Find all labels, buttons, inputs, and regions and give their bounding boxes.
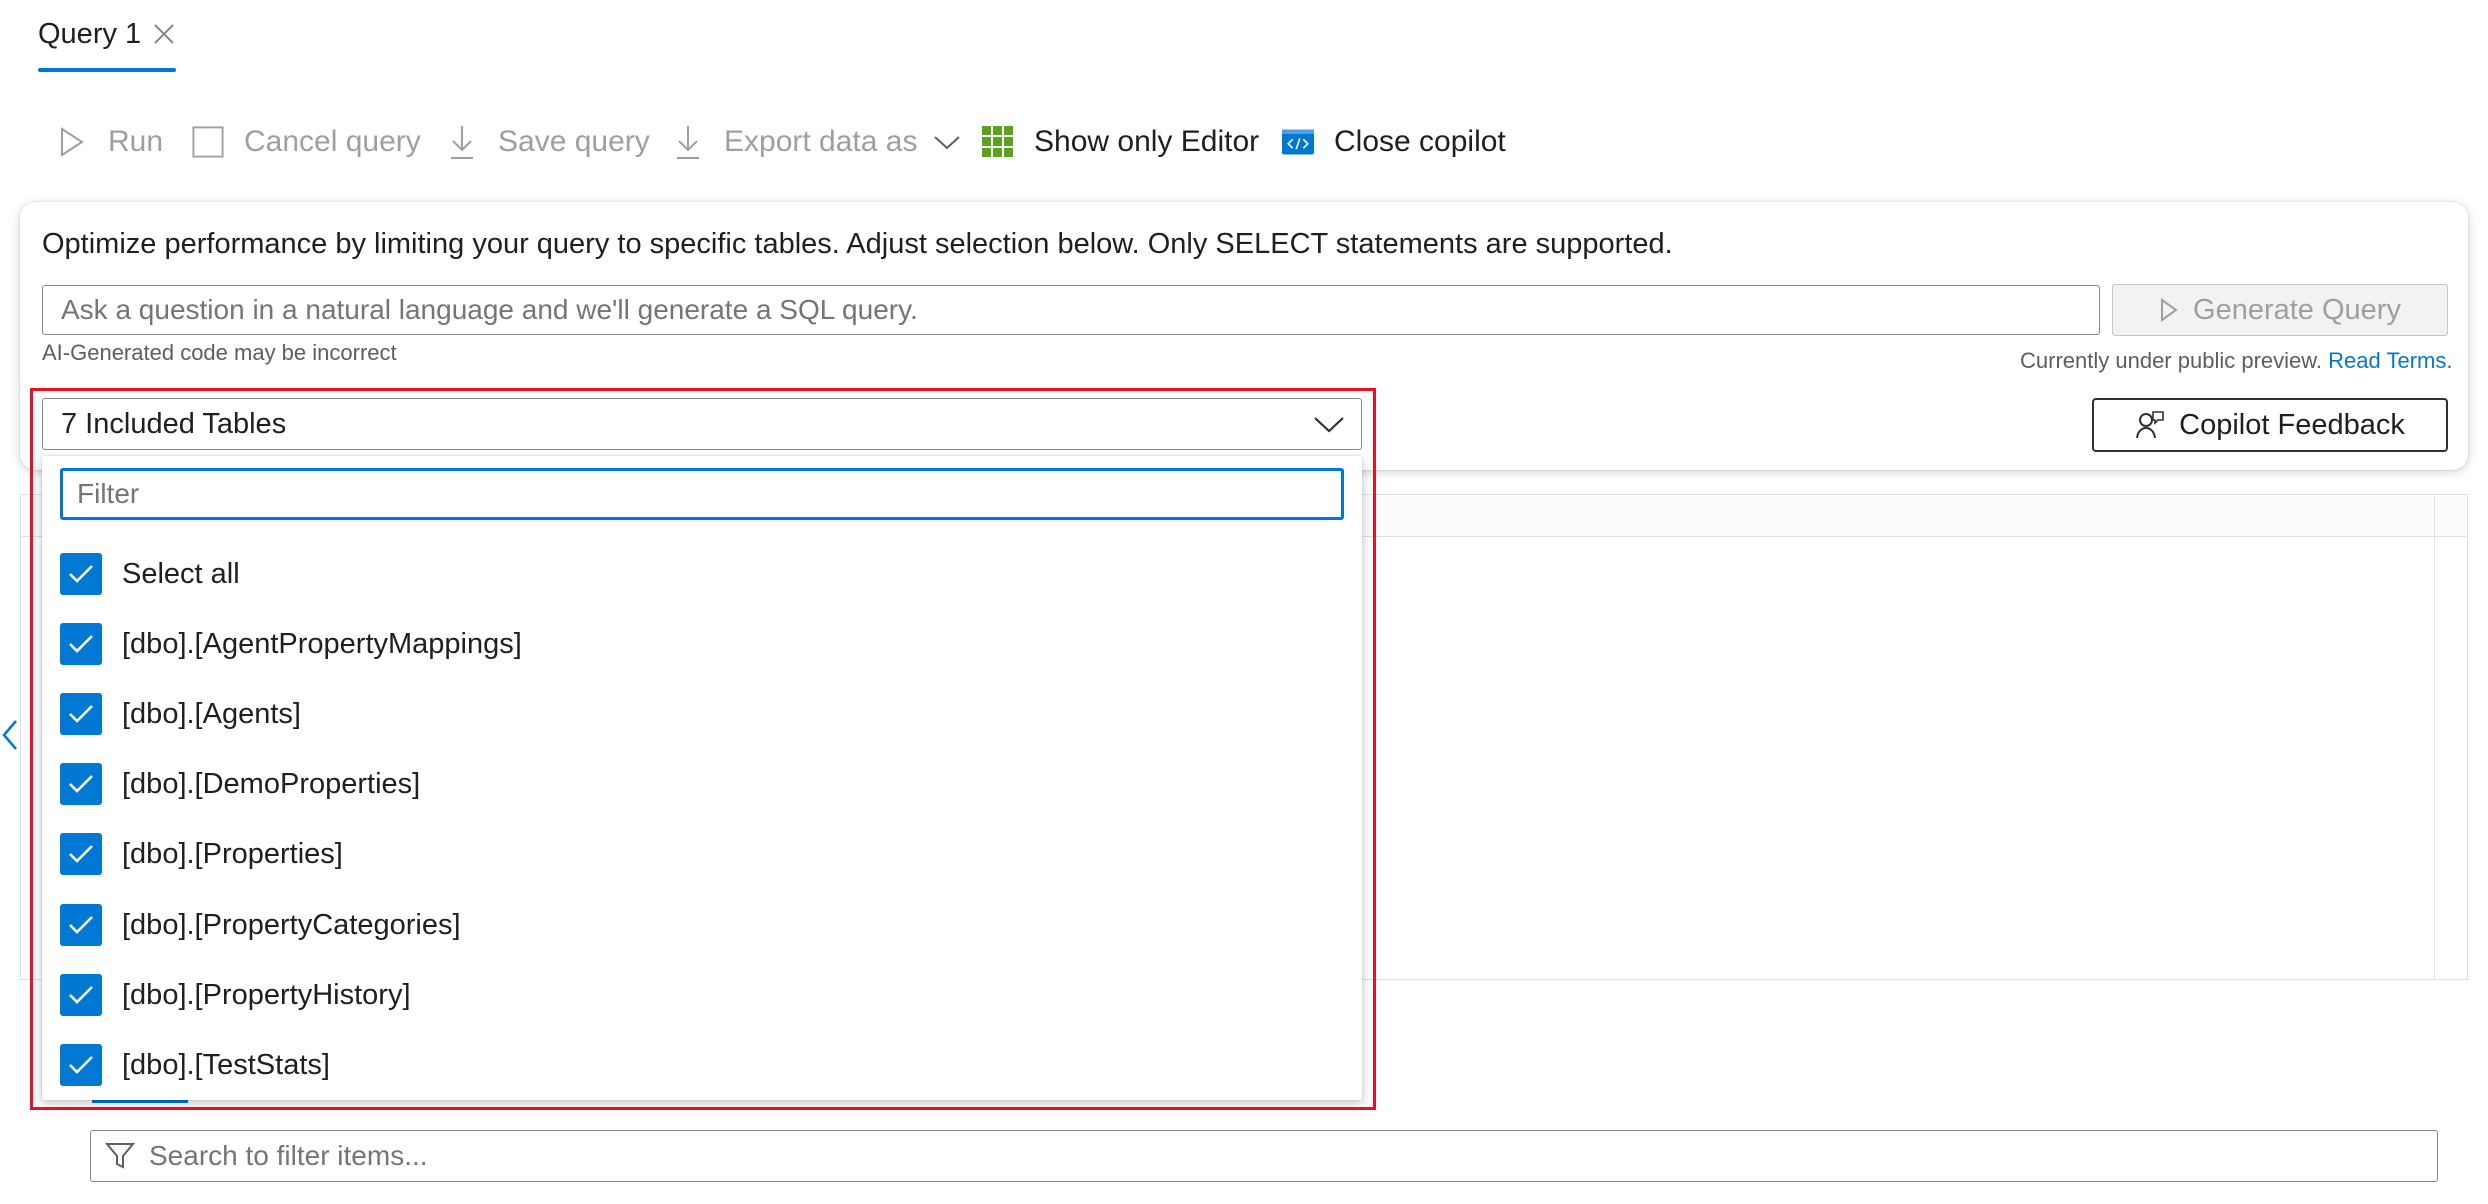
filter-items-input[interactable] bbox=[147, 1139, 2351, 1173]
download-icon bbox=[672, 125, 704, 159]
ai-disclaimer: AI-Generated code may be incorrect bbox=[42, 340, 397, 365]
active-tab-indicator bbox=[38, 68, 176, 72]
person-feedback-icon bbox=[2135, 410, 2165, 440]
preview-note-text: Currently under public preview. bbox=[2020, 348, 2323, 373]
stop-icon bbox=[192, 125, 224, 159]
natural-language-input[interactable] bbox=[42, 285, 2100, 335]
generate-query-label: Generate Query bbox=[2193, 293, 2401, 326]
play-icon bbox=[2159, 297, 2179, 323]
filter-items-search[interactable] bbox=[90, 1130, 2438, 1182]
copilot-feedback-label: Copilot Feedback bbox=[2179, 408, 2405, 441]
run-button[interactable]: Run bbox=[56, 118, 163, 166]
export-data-button[interactable]: Export data as bbox=[672, 118, 961, 166]
close-copilot-label: Close copilot bbox=[1334, 125, 1506, 158]
close-copilot-button[interactable]: Close copilot bbox=[1282, 118, 1506, 166]
chevron-down-icon bbox=[933, 134, 961, 150]
code-window-icon bbox=[1282, 125, 1314, 159]
highlight-annotation bbox=[30, 388, 1376, 1110]
cancel-query-label: Cancel query bbox=[244, 125, 421, 158]
chevron-left-icon[interactable] bbox=[0, 718, 20, 752]
copilot-info-text: Optimize performance by limiting your qu… bbox=[42, 228, 1673, 260]
save-query-label: Save query bbox=[498, 125, 650, 158]
export-data-label: Export data as bbox=[724, 125, 918, 158]
grid-icon bbox=[982, 125, 1014, 159]
run-label: Run bbox=[108, 125, 164, 158]
download-icon bbox=[446, 125, 478, 159]
close-icon[interactable] bbox=[152, 22, 176, 46]
generate-query-button[interactable]: Generate Query bbox=[2112, 284, 2448, 336]
editor-scrollbar[interactable] bbox=[2434, 496, 2467, 978]
read-terms-link[interactable]: Read Terms. bbox=[2328, 348, 2452, 373]
filter-icon bbox=[105, 1141, 135, 1171]
cancel-query-button[interactable]: Cancel query bbox=[192, 118, 421, 166]
show-only-editor-button[interactable]: Show only Editor bbox=[982, 118, 1259, 166]
preview-note: Currently under public preview. Read Ter… bbox=[2020, 348, 2452, 374]
tab-query-1[interactable]: Query 1 bbox=[38, 18, 141, 51]
copilot-feedback-button[interactable]: Copilot Feedback bbox=[2092, 398, 2448, 452]
play-icon bbox=[56, 125, 88, 159]
save-query-button[interactable]: Save query bbox=[446, 118, 650, 166]
show-only-editor-label: Show only Editor bbox=[1034, 125, 1260, 158]
